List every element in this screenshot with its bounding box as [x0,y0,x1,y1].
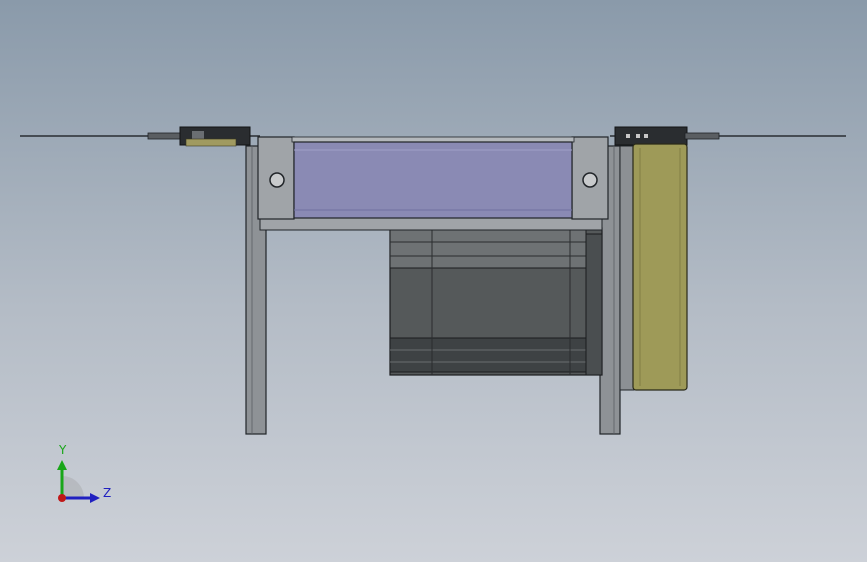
mount-plate[interactable] [619,145,635,391]
conveyor-belt[interactable] [293,141,573,219]
gearbox-panel[interactable] [632,143,688,391]
y-axis-label: Y [59,443,67,457]
z-axis-label: Z [103,486,112,500]
graphics-viewport[interactable]: Y Z [0,0,867,562]
conveyor-bottom-rail[interactable] [259,217,603,231]
cad-model-front-view[interactable] [0,0,867,562]
left-pulley-hole[interactable] [269,172,285,188]
right-sensor[interactable] [614,126,720,146]
motor-assembly[interactable] [389,227,603,376]
orientation-triad[interactable]: Y Z [40,440,130,520]
left-sensor[interactable] [147,126,251,147]
triad-axes [57,460,100,503]
right-pulley-hole[interactable] [582,172,598,188]
